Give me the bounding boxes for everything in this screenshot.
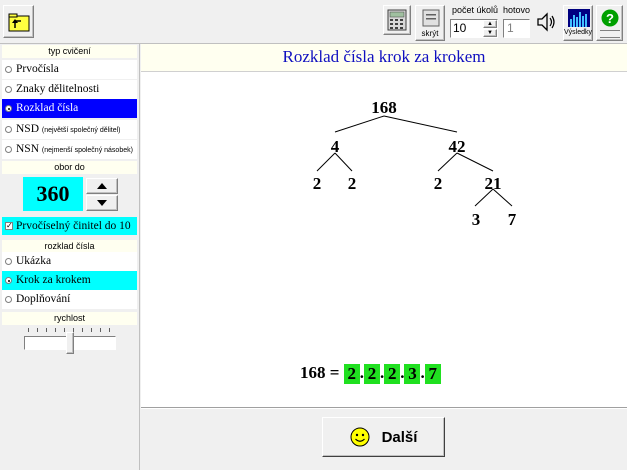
folder-up-icon	[8, 13, 29, 31]
speed-title: rychlost	[2, 312, 137, 325]
exercise-type-decomposition[interactable]: Rozklad čísla	[2, 99, 137, 118]
checkbox-icon: ✓	[5, 221, 13, 230]
smiley-icon	[350, 427, 370, 447]
results-chart-icon	[568, 9, 590, 27]
prime-factor-checkbox[interactable]: ✓ Prvočíselný činitel do 10	[2, 217, 137, 235]
tree-node: 21	[484, 174, 502, 193]
tree-node: 42	[448, 137, 466, 156]
tree-node: 4	[330, 137, 340, 156]
mode-label: Doplňování	[16, 293, 71, 305]
task-count-down-button[interactable]: ▼	[483, 29, 497, 37]
svg-text:?: ?	[606, 11, 614, 26]
exercise-type-label: Prvočísla	[16, 63, 59, 75]
radio-icon	[5, 66, 12, 73]
tree-node: 2	[312, 174, 322, 193]
mode-demo[interactable]: Ukázka	[2, 252, 137, 271]
tree-node: 2	[433, 174, 443, 193]
speed-slider-thumb[interactable]	[66, 332, 74, 354]
sound-button[interactable]	[535, 10, 559, 36]
radio-icon	[5, 277, 12, 284]
exercise-type-label: NSD	[16, 123, 40, 135]
help-lines	[600, 30, 620, 38]
results-button[interactable]: Výsledky	[563, 5, 593, 41]
next-label: Další	[381, 428, 418, 446]
task-count-up-button[interactable]: ▲	[483, 20, 497, 28]
toolbar	[0, 0, 627, 44]
hide-button[interactable]: skrýt	[415, 5, 445, 41]
task-count-value: 10	[453, 21, 467, 35]
result-factor: 2	[343, 364, 360, 385]
speaker-icon	[537, 12, 555, 32]
exercise-type-note: (nejmenší společný násobek)	[41, 147, 133, 154]
exercise-type-primes[interactable]: Prvočísla	[2, 60, 137, 79]
range-up-button[interactable]	[86, 178, 118, 194]
done-label: hotovo	[503, 5, 531, 15]
task-count-label: počet úkolů	[452, 5, 499, 15]
radio-icon	[5, 126, 12, 133]
exercise-type-title: typ cvičení	[2, 45, 137, 58]
result-factor: 3	[404, 364, 421, 385]
range-value: 360	[23, 177, 83, 211]
done-field: 1	[503, 19, 530, 38]
calculator-icon	[387, 9, 407, 31]
back-button[interactable]	[3, 5, 34, 38]
result-equation: 168 = 2.2.2.3.7	[300, 361, 441, 385]
done-value: 1	[507, 21, 514, 35]
exercise-type-note: (největší společný dělitel)	[41, 127, 121, 134]
results-label: Výsledky	[564, 29, 593, 36]
exercise-type-label: Znaky dělitelnosti	[16, 83, 100, 95]
arrow-up-icon	[97, 183, 107, 189]
mode-step-by-step[interactable]: Krok za krokem	[2, 271, 137, 290]
page-title: Rozklad čísla krok za krokem	[282, 47, 486, 66]
radio-icon	[5, 296, 12, 303]
exercise-type-label: NSN	[16, 143, 40, 155]
help-icon: ?	[601, 9, 619, 27]
tree-node: 7	[507, 210, 517, 229]
radio-icon	[5, 258, 12, 265]
result-lhs: 168 =	[300, 363, 340, 382]
next-button[interactable]: Další	[322, 417, 445, 457]
hide-label: skrýt	[421, 29, 439, 38]
task-count-input[interactable]: 10 ▲ ▼	[450, 19, 498, 38]
tree-node: 3	[471, 210, 481, 229]
tree-root: 168	[371, 98, 397, 117]
prime-factor-label: Prvočíselný činitel do 10	[16, 220, 131, 232]
exercise-type-label: Rozklad čísla	[16, 102, 79, 114]
exercise-type-lcm[interactable]: NSN (nejmenší společný násobek)	[2, 140, 137, 159]
exercise-type-gcd[interactable]: NSD (největší společný dělitel)	[2, 120, 137, 139]
radio-icon	[5, 86, 12, 93]
exercise-type-divisibility[interactable]: Znaky dělitelnosti	[2, 80, 137, 99]
radio-icon	[5, 105, 12, 112]
range-down-button[interactable]	[86, 195, 118, 211]
arrow-down-icon	[97, 200, 107, 206]
range-title: obor do	[2, 161, 137, 174]
result-factor: 2	[363, 364, 380, 385]
result-factor: 7	[424, 364, 441, 385]
mode-label: Ukázka	[16, 255, 52, 267]
tree-node: 2	[347, 174, 357, 193]
radio-icon	[5, 146, 12, 153]
hide-icon	[422, 9, 440, 27]
mode-label: Krok za krokem	[16, 274, 91, 286]
result-factor: 2	[384, 364, 401, 385]
help-button[interactable]: ?	[596, 5, 623, 41]
calculator-button[interactable]	[383, 5, 411, 35]
mode-fill-in[interactable]: Doplňování	[2, 290, 137, 309]
